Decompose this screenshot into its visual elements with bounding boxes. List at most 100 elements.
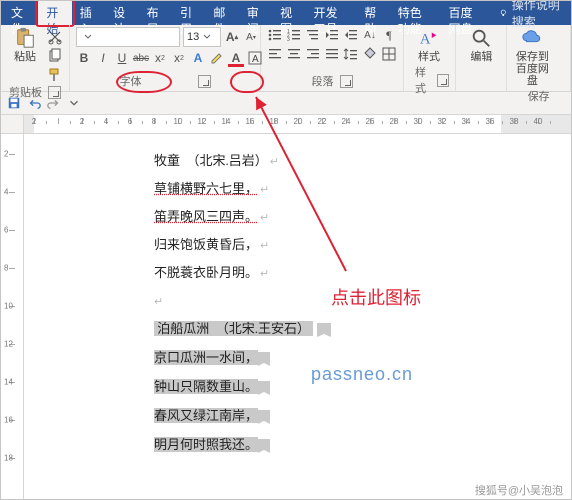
styles-label: 样式 [418,51,440,63]
editing-label: 编辑 [470,51,492,63]
italic-button[interactable]: I [95,50,111,66]
chevron-down-icon [203,33,211,41]
sort-icon[interactable]: A↓ [362,27,378,43]
horizontal-ruler[interactable]: 2246810121416182022242628303234363840 [1,115,571,134]
bullets-icon[interactable] [267,27,283,43]
group-paragraph: 123 A↓ ¶ 段落 [261,25,404,91]
svg-text:A: A [420,32,431,48]
font-family-combo[interactable] [76,27,180,47]
cut-icon[interactable] [47,29,63,45]
clipboard-launcher-icon[interactable] [48,86,61,99]
group-editing: 编辑 [456,25,507,91]
align-center-icon[interactable] [286,46,302,62]
poem1-title: 牧童 （北宋.吕岩） [154,153,268,168]
font-group-label: 字体 [120,73,142,89]
strike-button[interactable]: abc [133,50,149,66]
font-size-combo[interactable]: 13 [183,27,221,47]
highlight-icon[interactable] [209,50,225,66]
show-marks-icon[interactable]: ¶ [381,27,397,43]
save-baidu-button[interactable]: 保存到百度网盘 [513,27,551,87]
tab-layout[interactable]: 布局 [139,1,172,25]
document-area: 24681012141618 牧童 （北宋.吕岩）↵ 草铺横野六七里，↵ 笛弄晚… [1,134,571,500]
shading-icon[interactable] [362,46,378,62]
poem2-line2: 钟山只隔数重山。 [154,379,258,394]
svg-text:A: A [252,54,259,65]
quick-access-toolbar [1,92,571,115]
watermark-text: passneo.cn [311,364,413,385]
poem2-title: 泊船瓜洲 （北宋.王安石） [154,321,313,336]
tab-developer[interactable]: 开发工具 [306,1,357,25]
poem1-line1: 草铺横野六七里， [154,181,258,196]
subscript-icon[interactable]: x2 [152,50,168,66]
align-left-icon[interactable] [267,46,283,62]
font-size-value: 13 [187,31,199,43]
poem1-line2: 笛弄晚风三四声。 [154,209,258,224]
document-content: 牧童 （北宋.吕岩）↵ 草铺横野六七里，↵ 笛弄晚风三四声。↵ 归来饱饭黄昏后，… [154,154,331,467]
group-font: 13 A▴ A▾ B I U abc x2 x2 A A A [70,25,261,91]
font-color-icon[interactable]: A [228,50,244,66]
selection-edge-icon [317,323,331,337]
poem1-line3: 归来饱饭黄昏后， [154,237,258,252]
borders-icon[interactable] [381,46,397,62]
tab-home[interactable]: 开始 [38,1,71,25]
poem2-line3: 春风又绿江南岸， [154,408,258,423]
styles-icon: A [418,27,440,49]
poem2-line1: 京口瓜洲一水间， [154,350,258,365]
paragraph-launcher-icon[interactable] [340,75,353,88]
poem2-line4: 明月何时照我还。 [154,437,258,452]
tab-design[interactable]: 设计 [105,1,138,25]
cloud-save-icon [521,27,543,49]
find-icon [470,27,492,49]
tab-review[interactable]: 审阅 [239,1,272,25]
editing-button[interactable]: 编辑 [462,27,500,63]
underline-button[interactable]: U [114,50,130,66]
copy-icon[interactable] [47,48,63,64]
numbering-icon[interactable]: 123 [286,27,302,43]
paste-icon [14,27,36,49]
group-clipboard: 粘贴 剪贴板 [1,25,70,91]
tell-me-search[interactable]: 操作说明搜索 [491,1,571,25]
text-effects-icon[interactable]: A [190,50,206,66]
align-justify-icon[interactable] [324,46,340,62]
multilevel-icon[interactable] [305,27,321,43]
group-styles: A 样式 样式 [404,25,456,91]
styles-launcher-icon[interactable] [437,74,449,87]
align-right-icon[interactable] [305,46,321,62]
indent-dec-icon[interactable] [324,27,340,43]
font-launcher-icon[interactable] [198,75,211,88]
tab-help[interactable]: 帮助 [356,1,389,25]
shrink-font-icon[interactable]: A▾ [243,29,259,45]
superscript-icon[interactable]: x2 [171,50,187,66]
group-baidu: 保存到百度网盘 保存 [507,25,571,91]
tab-features[interactable]: 特色功能 [390,1,441,25]
qat-dropdown-icon[interactable] [67,96,81,110]
styles-button[interactable]: A 样式 [410,27,448,63]
tab-insert[interactable]: 插入 [72,1,105,25]
format-painter-icon[interactable] [47,67,63,83]
tab-references[interactable]: 引用 [172,1,205,25]
styles-group-label: 样式 [410,64,431,96]
indent-inc-icon[interactable] [343,27,359,43]
lightbulb-icon [499,7,508,19]
callout-text: 点击此图标 [331,284,421,310]
svg-text:3: 3 [287,37,290,43]
clipboard-group-label: 剪贴板 [9,84,42,100]
vertical-ruler[interactable]: 24681012141618 [1,134,24,500]
tab-baidu[interactable]: 百度网盘 [440,1,491,25]
paste-button[interactable]: 粘贴 [7,27,43,63]
ribbon: 粘贴 剪贴板 [1,25,571,92]
bold-button[interactable]: B [76,50,92,66]
paragraph-group-label: 段落 [312,73,334,89]
line-spacing-icon[interactable] [343,46,359,62]
menu-bar: 文件 开始 插入 设计 布局 引用 邮件 审阅 视图 开发工具 帮助 特色功能 … [1,1,571,25]
grow-font-icon[interactable]: A▴ [224,29,240,45]
tab-mailings[interactable]: 邮件 [205,1,238,25]
tab-view[interactable]: 视图 [272,1,305,25]
paste-label: 粘贴 [14,51,36,63]
save-baidu-label: 保存到百度网盘 [513,51,551,87]
tab-file[interactable]: 文件 [1,1,38,25]
document-page[interactable]: 牧童 （北宋.吕岩）↵ 草铺横野六七里，↵ 笛弄晚风三四声。↵ 归来饱饭黄昏后，… [24,134,571,500]
baidu-group-label: 保存 [528,88,550,104]
paragraph-mark-icon: ↵ [270,156,279,168]
chevron-down-icon [84,33,92,41]
